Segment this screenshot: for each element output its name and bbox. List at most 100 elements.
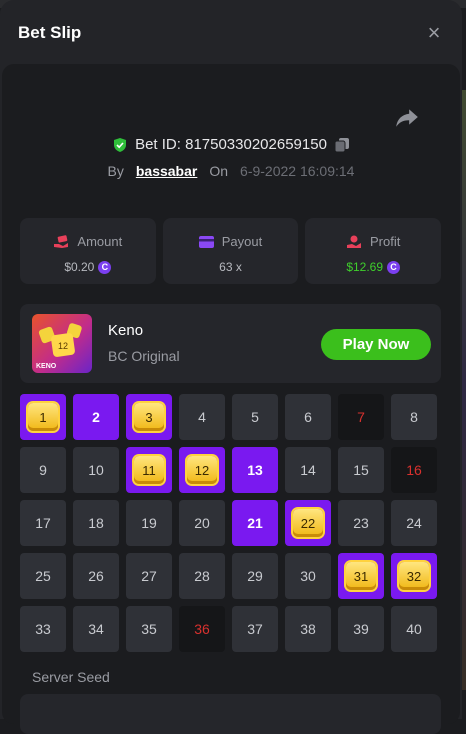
keno-cell: 17 — [20, 500, 66, 546]
keno-number: 18 — [88, 515, 104, 531]
keno-number: 28 — [194, 568, 210, 584]
copy-icon[interactable] — [334, 137, 350, 153]
keno-number: 40 — [406, 621, 422, 637]
keno-number: 2 — [92, 409, 100, 425]
keno-number: 23 — [353, 515, 369, 531]
keno-number: 34 — [88, 621, 104, 637]
keno-number: 39 — [353, 621, 369, 637]
keno-cell: 13 — [232, 447, 278, 493]
bet-id: Bet ID: 81750330202659150 — [135, 136, 327, 153]
keno-number: 7 — [357, 409, 365, 425]
keno-thumbnail: 12 KENO — [32, 314, 92, 373]
keno-cell: 40 — [391, 606, 437, 652]
keno-number: 20 — [194, 515, 210, 531]
close-icon[interactable]: × — [428, 20, 441, 45]
keno-cell: 37 — [232, 606, 278, 652]
keno-number: 14 — [300, 462, 316, 478]
keno-number: 6 — [304, 409, 312, 425]
keno-cell: 25 — [20, 553, 66, 599]
share-icon[interactable] — [394, 104, 420, 130]
keno-cell: 20 — [179, 500, 225, 546]
keno-cell: 10 — [73, 447, 119, 493]
keno-number: 15 — [353, 462, 369, 478]
keno-cell: 31 — [338, 553, 384, 599]
keno-cell: 29 — [232, 553, 278, 599]
thumb-tile-number: 12 — [58, 341, 68, 351]
keno-cell: 18 — [73, 500, 119, 546]
keno-cell: 19 — [126, 500, 172, 546]
hit-gem-number: 31 — [346, 562, 376, 590]
payout-stat: Payout 63 x — [162, 218, 299, 284]
close-button[interactable]: × — [421, 20, 447, 46]
amount-label: Amount — [77, 234, 123, 249]
bet-details-panel: Bet ID: 81750330202659150 By bassabar On… — [2, 64, 460, 734]
modal-title: Bet Slip — [18, 23, 82, 42]
keno-number: 33 — [35, 621, 51, 637]
keno-number: 10 — [88, 462, 104, 478]
keno-cell: 11 — [126, 447, 172, 493]
keno-number: 25 — [35, 568, 51, 584]
profit-label: Profit — [370, 234, 401, 249]
keno-cell: 21 — [232, 500, 278, 546]
bc-coin-icon: C — [98, 260, 112, 274]
game-subtitle: BC Original — [108, 348, 180, 364]
server-seed-field[interactable] — [20, 694, 441, 734]
card-icon — [198, 235, 214, 248]
keno-cell: 27 — [126, 553, 172, 599]
keno-cell: 38 — [285, 606, 331, 652]
money-hand-icon — [54, 234, 69, 248]
hit-gem-number: 12 — [187, 456, 217, 484]
keno-cell: 5 — [232, 394, 278, 440]
keno-cell: 30 — [285, 553, 331, 599]
server-seed-label: Server Seed — [32, 669, 110, 685]
keno-cell: 33 — [20, 606, 66, 652]
keno-number: 24 — [406, 515, 422, 531]
keno-number: 13 — [247, 462, 263, 478]
keno-cell: 15 — [338, 447, 384, 493]
keno-number: 27 — [141, 568, 157, 584]
game-name: Keno — [108, 322, 144, 339]
payout-value: 63 x — [219, 260, 242, 274]
payout-label: Payout — [221, 234, 263, 249]
hit-gem-number: 1 — [28, 403, 58, 431]
keno-cell: 28 — [179, 553, 225, 599]
hit-gem-number: 32 — [399, 562, 429, 590]
keno-number: 38 — [300, 621, 316, 637]
bet-id-row: Bet ID: 81750330202659150 — [2, 136, 460, 153]
bet-date: 6-9-2022 16:09:14 — [240, 163, 355, 179]
keno-cell: 39 — [338, 606, 384, 652]
keno-cell: 22 — [285, 500, 331, 546]
keno-cell: 7 — [338, 394, 384, 440]
play-now-button[interactable]: Play Now — [321, 329, 431, 360]
keno-number: 37 — [247, 621, 263, 637]
hit-gem-number: 11 — [134, 456, 164, 484]
hit-gem-number: 3 — [134, 403, 164, 431]
keno-cell: 23 — [338, 500, 384, 546]
profit-value: $12.69 — [346, 260, 384, 274]
keno-number: 16 — [406, 462, 422, 478]
keno-number: 5 — [251, 409, 259, 425]
amount-value: $0.20 — [64, 260, 95, 274]
hand-coin-icon — [347, 235, 361, 248]
thumb-keno-text: KENO — [36, 363, 57, 370]
bet-slip-modal: Bet Slip × Bet ID: 81750330202659150 By … — [0, 0, 462, 734]
keno-number: 19 — [141, 515, 157, 531]
keno-number: 9 — [39, 462, 47, 478]
on-label: On — [209, 163, 229, 179]
keno-cell: 32 — [391, 553, 437, 599]
keno-cell: 9 — [20, 447, 66, 493]
keno-cell: 26 — [73, 553, 119, 599]
keno-cell: 1 — [20, 394, 66, 440]
hit-gem-number: 22 — [293, 509, 323, 537]
keno-board: 1 2 3 4 5 6 7 8 9 10 11 12 13 14 15 16 17 18 19 20 21 22 23 24 2… — [20, 394, 441, 652]
username-link[interactable]: bassabar — [136, 163, 197, 179]
keno-cell: 8 — [391, 394, 437, 440]
keno-cell: 2 — [73, 394, 119, 440]
verified-shield-icon — [114, 137, 127, 152]
keno-number: 8 — [410, 409, 418, 425]
keno-number: 17 — [35, 515, 51, 531]
keno-number: 30 — [300, 568, 316, 584]
by-label: By — [107, 163, 124, 179]
keno-number: 29 — [247, 568, 263, 584]
keno-cell: 36 — [179, 606, 225, 652]
